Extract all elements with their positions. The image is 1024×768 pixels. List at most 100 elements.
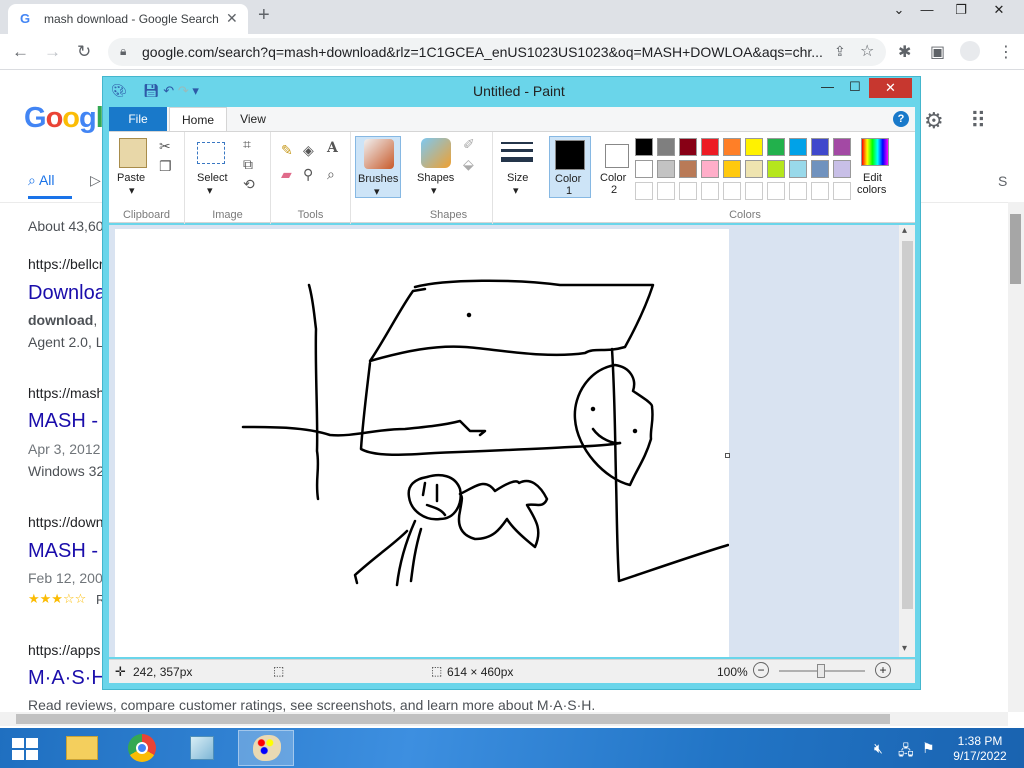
palette-swatch-empty[interactable] — [723, 182, 741, 200]
paste-dropdown-icon[interactable]: ▾ — [129, 184, 135, 197]
select-button[interactable]: Select — [197, 172, 228, 184]
palette-swatch-empty[interactable] — [657, 182, 675, 200]
magnifier-icon[interactable]: ⌕ — [327, 166, 335, 183]
paste-icon[interactable] — [119, 138, 147, 168]
file-explorer-taskbar-button[interactable] — [54, 730, 110, 766]
page-horizontal-scroll-thumb[interactable] — [16, 714, 890, 724]
copy-icon[interactable]: ❐ — [159, 158, 172, 175]
select-dropdown-icon[interactable]: ▾ — [207, 184, 213, 197]
result-title-link[interactable]: MASH - — [28, 540, 98, 563]
tab-file[interactable]: File — [109, 107, 167, 131]
customize-qat-icon[interactable]: ▾ — [192, 83, 199, 98]
palette-swatch-empty[interactable] — [767, 182, 785, 200]
drawing-canvas[interactable] — [115, 229, 730, 657]
fill-style-icon[interactable]: ⬙ — [463, 156, 474, 173]
paint-minimize-button[interactable]: — — [821, 79, 834, 94]
browser-tab[interactable]: G mash download - Google Search ✕ — [8, 4, 248, 34]
close-window-button[interactable]: ✕ — [984, 2, 1014, 18]
extensions-icon[interactable]: ✱ — [898, 42, 911, 62]
volume-muted-icon[interactable]: 🔇︎ — [874, 740, 883, 757]
help-icon[interactable]: ? — [893, 111, 909, 127]
action-center-icon[interactable]: ⚑ — [922, 740, 935, 757]
paint-maximize-button[interactable]: ☐ — [849, 79, 861, 95]
address-bar[interactable]: 🔒︎ google.com/search?q=mash+download&rlz… — [108, 38, 886, 66]
palette-swatch-empty[interactable] — [635, 182, 653, 200]
palette-swatch-empty[interactable] — [833, 182, 851, 200]
side-panel-icon[interactable]: ▣ — [930, 42, 945, 62]
share-icon[interactable]: ⇪ — [834, 43, 846, 60]
back-icon[interactable]: ← — [12, 42, 29, 62]
fill-icon[interactable]: ◈ — [303, 142, 314, 159]
color2-button[interactable]: Color 2 — [595, 136, 637, 198]
result-title-link[interactable]: M·A·S·H — [28, 667, 106, 690]
bookmark-star-icon[interactable]: ☆ — [860, 41, 874, 61]
new-tab-button[interactable]: + — [258, 4, 270, 27]
result-url[interactable]: https://bellcr — [28, 256, 103, 272]
app-taskbar-button[interactable] — [174, 730, 230, 766]
palette-swatch[interactable] — [789, 160, 807, 178]
palette-swatch-empty[interactable] — [811, 182, 829, 200]
windows-start-icon[interactable] — [12, 738, 38, 760]
text-icon[interactable]: A — [327, 140, 338, 156]
page-vertical-scroll-thumb[interactable] — [1010, 214, 1021, 284]
forward-icon[interactable]: → — [44, 42, 61, 62]
outline-icon[interactable]: ✐ — [463, 136, 475, 153]
restore-button[interactable]: ❐ — [946, 2, 976, 18]
tab-home[interactable]: Home — [169, 107, 227, 132]
zoom-out-button[interactable]: − — [753, 662, 769, 678]
palette-swatch[interactable] — [723, 160, 741, 178]
pencil-icon[interactable]: ✎ — [281, 142, 293, 159]
palette-swatch[interactable] — [745, 138, 763, 156]
result-title-link[interactable]: Downloa — [28, 282, 106, 305]
palette-swatch[interactable] — [657, 138, 675, 156]
zoom-in-button[interactable]: + — [875, 662, 891, 678]
color-picker-icon[interactable]: ⚲ — [303, 166, 313, 183]
result-url[interactable]: https://apps — [28, 642, 100, 658]
palette-swatch[interactable] — [679, 160, 697, 178]
palette-swatch[interactable] — [811, 138, 829, 156]
redo-icon[interactable]: ↷ — [178, 83, 189, 98]
lock-icon[interactable]: 🔒︎ — [120, 44, 126, 59]
shapes-dropdown-icon[interactable]: ▾ — [431, 184, 437, 197]
rotate-icon[interactable]: ⟲ — [243, 176, 255, 193]
palette-swatch[interactable] — [767, 160, 785, 178]
palette-swatch-empty[interactable] — [745, 182, 763, 200]
palette-swatch-empty[interactable] — [679, 182, 697, 200]
canvas-resize-handle[interactable] — [725, 453, 730, 458]
settings-gear-icon[interactable]: ⚙ — [924, 108, 944, 134]
tab-all[interactable]: ⌕ All — [28, 172, 55, 189]
edit-colors-button[interactable]: Edit colors — [853, 136, 897, 198]
tab-view[interactable]: View — [233, 107, 273, 131]
palette-swatch-empty[interactable] — [789, 182, 807, 200]
profile-avatar[interactable] — [960, 41, 980, 61]
shapes-button[interactable]: Shapes — [417, 172, 454, 184]
palette-swatch[interactable] — [701, 138, 719, 156]
paint-app-icon[interactable]: 🎨︎ — [111, 83, 128, 98]
chrome-taskbar-button[interactable] — [114, 730, 170, 766]
shapes-icon[interactable] — [421, 138, 451, 168]
palette-swatch[interactable] — [635, 138, 653, 156]
eraser-icon[interactable]: ▰ — [281, 166, 292, 183]
result-url[interactable]: https://mash — [28, 385, 104, 401]
palette-swatch[interactable] — [745, 160, 763, 178]
palette-swatch[interactable] — [833, 138, 851, 156]
palette-swatch[interactable] — [701, 160, 719, 178]
resize-icon[interactable]: ⧉ — [243, 156, 253, 173]
palette-swatch[interactable] — [767, 138, 785, 156]
paint-close-button[interactable]: ✕ — [869, 78, 912, 98]
palette-swatch[interactable] — [723, 138, 741, 156]
minimize-button[interactable]: — — [912, 2, 942, 17]
menu-kebab-icon[interactable]: ⋮ — [998, 42, 1014, 62]
canvas-vertical-scroll-thumb[interactable] — [902, 241, 913, 609]
crop-icon[interactable]: ⌗ — [243, 136, 251, 153]
palette-swatch[interactable] — [811, 160, 829, 178]
palette-swatch-empty[interactable] — [701, 182, 719, 200]
palette-swatch[interactable] — [789, 138, 807, 156]
cut-icon[interactable]: ✂ — [159, 138, 171, 155]
scroll-down-arrow-icon[interactable]: ▾ — [902, 643, 907, 654]
undo-icon[interactable]: ↶ — [163, 83, 174, 98]
paste-button[interactable]: Paste — [117, 172, 145, 184]
url-text[interactable]: google.com/search?q=mash+download&rlz=1C… — [142, 44, 832, 60]
save-icon[interactable]: 💾︎ — [143, 83, 160, 98]
network-icon[interactable]: 🖧 — [898, 740, 914, 764]
